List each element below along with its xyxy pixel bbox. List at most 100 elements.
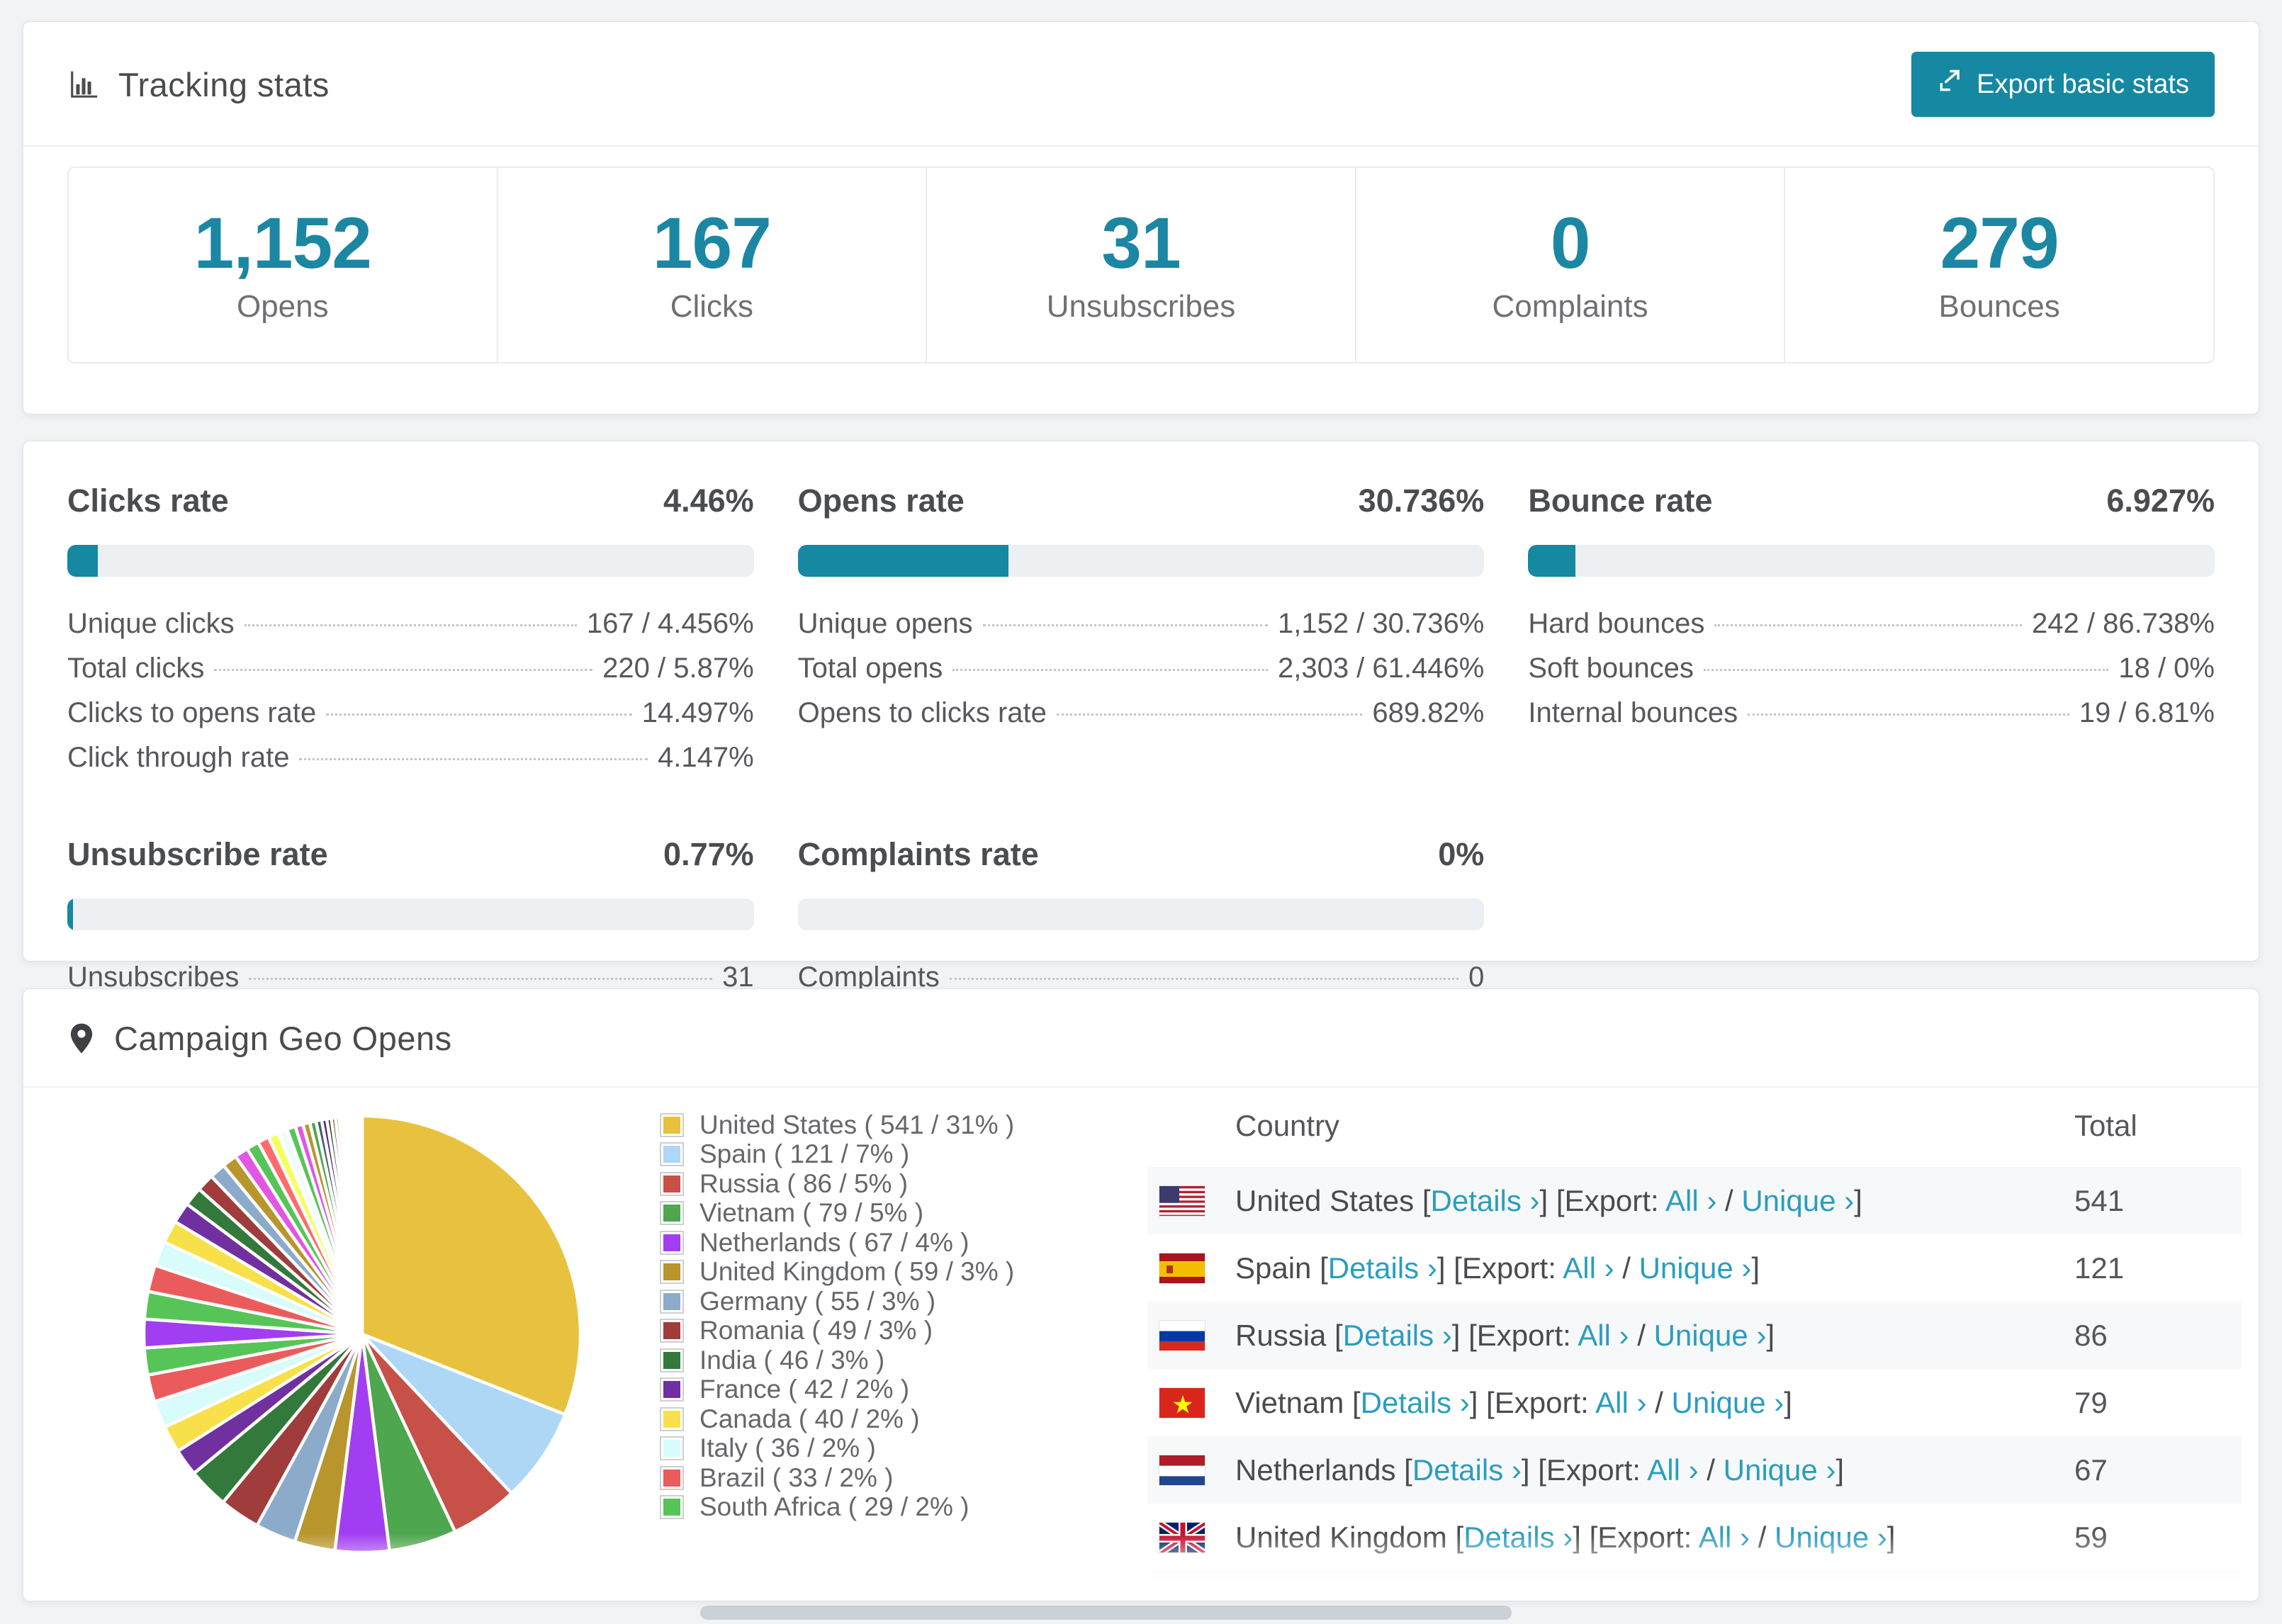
stat-row-value: 689.82% [1372, 697, 1485, 728]
country-total: 59 [2074, 1520, 2108, 1554]
export-all-link[interactable]: All › [1665, 1184, 1716, 1217]
country-name: Spain [1235, 1251, 1312, 1285]
stat-row-label: Soft bounces [1528, 653, 1694, 684]
rate-header: Unsubscribe rate 0.77% [67, 836, 754, 873]
country-total: 79 [2074, 1385, 2108, 1419]
legend-swatch [660, 1406, 684, 1431]
legend-item: United Kingdom ( 59 / 3% ) [660, 1257, 1015, 1287]
stat-row-label: Total opens [797, 653, 943, 684]
export-unique-link[interactable]: Unique › [1724, 1453, 1836, 1487]
export-all-link[interactable]: All › [1647, 1453, 1698, 1487]
legend-label: South Africa ( 29 / 2% ) [699, 1492, 969, 1522]
legend-item: United States ( 541 / 31% ) [660, 1110, 1014, 1140]
export-all-link[interactable]: All › [1595, 1386, 1646, 1419]
country-flag-vn [1159, 1387, 1205, 1419]
rate-title: Complaints rate [797, 836, 1039, 872]
details-link[interactable]: Details › [1361, 1386, 1470, 1419]
export-all-link[interactable]: All › [1563, 1251, 1614, 1285]
rate-block: Unsubscribe rate 0.77% Unsubscribes 31 [67, 836, 754, 1006]
rates-card: Clicks rate 4.46% Unique clicks 167 / 4.456… [23, 441, 2259, 993]
export-all-link[interactable]: All › [1699, 1521, 1750, 1554]
legend-swatch [660, 1377, 684, 1402]
rate-title: Clicks rate [67, 483, 229, 519]
legend-label: Spain ( 121 / 7% ) [699, 1139, 910, 1169]
details-link[interactable]: Details › [1328, 1251, 1437, 1285]
legend-item: Netherlands ( 67 / 4% ) [660, 1228, 1014, 1258]
stat-row-label: Total clicks [67, 653, 205, 684]
legend-swatch [660, 1289, 684, 1314]
progress-bar-fill [797, 545, 1009, 577]
stat-row-value: 19 / 6.81% [2079, 697, 2215, 728]
rate-block: Bounce rate 6.927% Hard bounces 242 / 86.73… [1528, 483, 2215, 786]
export-all-link[interactable]: All › [1578, 1319, 1629, 1352]
dotted-leader [1703, 669, 2109, 671]
table-row: Vietnam [Details ›] [Export: All › / Uni… [1147, 1369, 2242, 1436]
stat-row-value: 14.497% [641, 697, 754, 728]
stat-row-value: 2,303 / 61.446% [1277, 653, 1485, 684]
summary-stat-label: Unsubscribes [1046, 288, 1236, 324]
rate-header: Complaints rate 0% [798, 836, 1485, 873]
stat-row-label: Hard bounces [1528, 608, 1705, 639]
summary-stat-value: 0 [1550, 203, 1591, 284]
tracking-stats-title: Tracking stats [67, 65, 330, 104]
tracking-stats-header: Tracking stats Export basic stats [23, 22, 2259, 147]
stat-row-label: Unique opens [797, 608, 973, 639]
legend-swatch [660, 1319, 684, 1343]
export-basic-stats-button[interactable]: Export basic stats [1911, 52, 2215, 117]
details-link[interactable]: Details › [1431, 1184, 1540, 1217]
legend-item: Romania ( 49 / 3% ) [660, 1316, 1014, 1346]
country-flag-nl [1159, 1454, 1205, 1486]
stat-row-value: 1,152 / 30.736% [1277, 608, 1485, 639]
horizontal-scrollbar-thumb[interactable] [700, 1606, 1512, 1620]
export-unique-link[interactable]: Unique › [1672, 1386, 1784, 1419]
progress-bar [797, 545, 1485, 577]
stat-row: Hard bounces 242 / 86.738% [1528, 608, 2215, 653]
legend-label: United States ( 541 / 31% ) [699, 1110, 1015, 1139]
stat-row: Clicks to opens rate 14.497% [67, 697, 754, 742]
details-link[interactable]: Details › [1343, 1319, 1452, 1352]
details-link[interactable]: Details › [1463, 1521, 1573, 1554]
legend-label: India ( 46 / 3% ) [699, 1345, 885, 1375]
legend-label: United Kingdom ( 59 / 3% ) [699, 1257, 1015, 1287]
geo-header: Campaign Geo Opens [23, 989, 2259, 1088]
country-links: United States [Details ›] [Export: All ›… [1235, 1183, 1862, 1217]
geo-legend: United States ( 541 / 31% ) Spain ( 121 /… [660, 1110, 1014, 1522]
country-name: United States [1235, 1183, 1415, 1217]
dotted-leader [326, 714, 632, 716]
progress-bar [67, 545, 754, 577]
column-header-total: Total [2074, 1109, 2137, 1142]
legend-item: Canada ( 40 / 2% ) [660, 1404, 1014, 1434]
export-unique-link[interactable]: Unique › [1639, 1251, 1752, 1285]
country-total: 86 [2074, 1318, 2108, 1352]
country-flag-us [1159, 1185, 1205, 1217]
legend-item: South Africa ( 29 / 2% ) [660, 1492, 1014, 1523]
country-links: United Kingdom [Details ›] [Export: All … [1235, 1520, 1896, 1554]
summary-stat-label: Complaints [1492, 288, 1648, 324]
stat-row-value: 167 / 4.456% [586, 608, 754, 639]
dotted-leader [949, 978, 1459, 980]
table-row: Spain [Details ›] [Export: All › / Uniqu… [1147, 1234, 2242, 1302]
legend-swatch [660, 1201, 684, 1226]
tracking-stats-card: Tracking stats Export basic stats 1,152 O… [23, 21, 2259, 415]
progress-bar [797, 898, 1485, 930]
export-unique-link[interactable]: Unique › [1775, 1521, 1887, 1554]
stat-row: Total opens 2,303 / 61.446% [798, 653, 1485, 697]
legend-swatch [660, 1260, 684, 1285]
geo-body: United States ( 541 / 31% ) Spain ( 121 /… [23, 1088, 2259, 1601]
export-unique-link[interactable]: Unique › [1654, 1319, 1767, 1352]
country-total: 541 [2074, 1183, 2125, 1217]
dotted-leader [1748, 714, 2069, 716]
summary-stat-cell: 279 Bounces [1785, 168, 2213, 362]
country-links: Vietnam [Details ›] [Export: All › / Uni… [1235, 1385, 1792, 1419]
stat-row: Total clicks 220 / 5.87% [67, 653, 754, 697]
details-link[interactable]: Details › [1412, 1453, 1522, 1487]
country-flag-gb [1159, 1521, 1205, 1553]
stat-row: Click through rate 4.147% [67, 742, 754, 786]
stat-row: Opens to clicks rate 689.82% [798, 697, 1485, 742]
export-unique-link[interactable]: Unique › [1741, 1184, 1854, 1217]
summary-stat-value: 1,152 [193, 203, 372, 284]
summary-stat-cell: 167 Clicks [498, 168, 928, 362]
legend-item: Spain ( 121 / 7% ) [660, 1139, 1014, 1170]
dotted-leader [1056, 714, 1363, 716]
legend-label: Russia ( 86 / 5% ) [699, 1168, 909, 1198]
